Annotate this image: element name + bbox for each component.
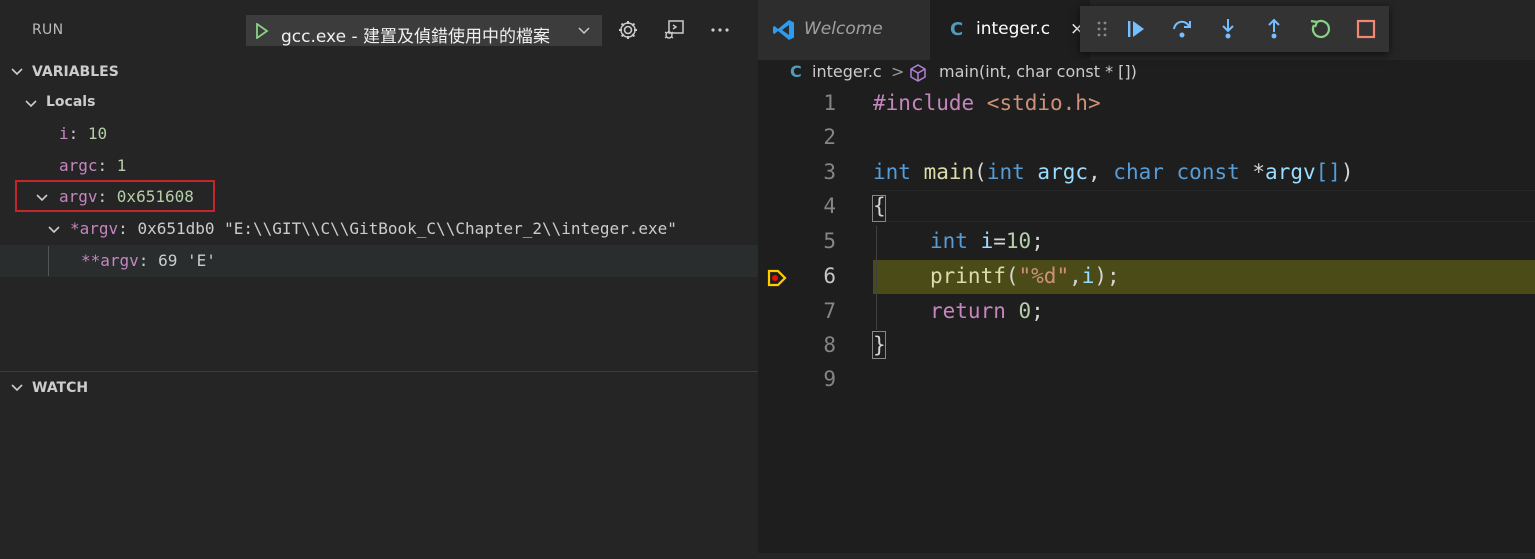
debug-console-icon[interactable]	[662, 18, 686, 42]
tree-indent-guide	[48, 246, 49, 276]
tab-label: Welcome	[804, 19, 883, 39]
code-text: int i=10;	[930, 229, 1044, 253]
variable-separator: :	[97, 156, 117, 175]
run-view-title: RUN	[32, 22, 64, 38]
code-editor: Welcome C integer.c × C integer.c > main…	[758, 0, 1535, 559]
debug-sidebar: RUN gcc.exe - 建置及偵錯使用中的檔案 VARIABLES Loca…	[0, 0, 758, 559]
variables-section-title: VARIABLES	[32, 64, 119, 80]
code-text: }	[873, 333, 886, 357]
code-text: return 0;	[930, 299, 1044, 323]
locals-scope[interactable]: Locals	[0, 92, 758, 116]
code-line[interactable]: 8 }	[758, 329, 1535, 363]
locals-label: Locals	[46, 94, 96, 110]
line-number: 3	[823, 160, 836, 184]
chevron-down-icon	[11, 384, 23, 392]
gear-icon[interactable]	[616, 18, 640, 42]
method-symbol-icon	[910, 64, 926, 82]
code-line[interactable]: 2	[758, 121, 1535, 155]
vscode-logo-icon	[773, 20, 794, 40]
line-number: 5	[823, 229, 836, 253]
debug-toolbar	[1080, 6, 1389, 52]
breadcrumb-file[interactable]: integer.c	[812, 62, 882, 81]
watch-section-title: WATCH	[32, 380, 89, 396]
stop-icon[interactable]	[1354, 17, 1378, 41]
breadcrumb-symbol[interactable]: main(int, char const * [])	[939, 62, 1137, 81]
line-number: 9	[823, 367, 836, 391]
start-debugging-icon[interactable]	[255, 23, 269, 39]
restart-icon[interactable]	[1308, 17, 1332, 41]
step-into-icon[interactable]	[1216, 17, 1240, 41]
section-divider	[0, 371, 758, 372]
line-number: 7	[823, 299, 836, 323]
variable-name: i	[59, 124, 69, 143]
code-text: printf("%d",i);	[930, 264, 1120, 288]
variable-row-deref-argv[interactable]: *argv: 0x651db0 "E:\\GIT\\C\\GitBook_C\\…	[0, 213, 758, 245]
annotation-highlight-box	[15, 180, 215, 212]
code-line-current[interactable]: 6 printf("%d",i);	[758, 260, 1535, 294]
variable-name: *argv	[70, 219, 119, 238]
c-file-icon: C	[950, 19, 964, 40]
variable-row-argc[interactable]: argc: 1	[0, 150, 758, 182]
line-number: 8	[823, 333, 836, 357]
line-number: 2	[823, 125, 836, 149]
line-number: 6	[823, 264, 836, 288]
breadcrumb-separator: >	[891, 62, 905, 81]
c-file-icon: C	[790, 62, 802, 81]
line-number: 1	[823, 91, 836, 115]
code-line[interactable]: 3 int main(int argc, char const *argv[])	[758, 156, 1535, 190]
variables-section-header[interactable]: VARIABLES	[0, 61, 758, 85]
editor-tab-bar: Welcome C integer.c ×	[758, 0, 1535, 60]
tab-welcome[interactable]: Welcome	[758, 0, 930, 60]
continue-icon[interactable]	[1124, 17, 1148, 41]
variable-value: 69 'E'	[158, 251, 216, 270]
run-header: RUN gcc.exe - 建置及偵錯使用中的檔案	[0, 0, 758, 60]
code-text: {	[873, 194, 886, 218]
chevron-down-icon	[578, 27, 590, 35]
code-line[interactable]: 9	[758, 363, 1535, 397]
variable-value: 0x651db0 "E:\\GIT\\C\\GitBook_C\\Chapter…	[137, 219, 677, 238]
code-line[interactable]: 7 return 0;	[758, 295, 1535, 329]
code-text: #include <stdio.h>	[873, 91, 1101, 115]
step-out-icon[interactable]	[1262, 17, 1286, 41]
line-number: 4	[823, 194, 836, 218]
code-line[interactable]: 5 int i=10;	[758, 225, 1535, 259]
drag-handle-icon[interactable]	[1090, 17, 1114, 41]
code-line[interactable]: 4 {	[758, 190, 1535, 224]
tab-integer-c[interactable]: C integer.c ×	[930, 0, 1090, 60]
debug-configuration-select[interactable]: gcc.exe - 建置及偵錯使用中的檔案	[246, 15, 602, 47]
variable-value: 10	[87, 124, 108, 143]
tab-label: integer.c	[976, 19, 1051, 39]
step-over-icon[interactable]	[1170, 17, 1194, 41]
chevron-down-icon	[11, 68, 23, 76]
more-actions-icon[interactable]	[708, 18, 732, 42]
variable-separator: :	[68, 124, 88, 143]
variable-row-double-deref-argv[interactable]: **argv: 69 'E'	[0, 245, 758, 277]
horizontal-scrollbar[interactable]	[758, 553, 1535, 559]
variable-name: **argv	[81, 251, 139, 270]
debug-configuration-label: gcc.exe - 建置及偵錯使用中的檔案	[281, 27, 550, 47]
variable-value: 1	[116, 156, 127, 175]
variable-row-i[interactable]: i: 10	[0, 118, 758, 150]
variable-name: argc	[59, 156, 98, 175]
chevron-down-icon[interactable]	[47, 224, 61, 236]
code-text: int main(int argc, char const *argv[])	[873, 160, 1354, 184]
variable-separator: :	[138, 251, 159, 270]
code-line[interactable]: 1 #include <stdio.h>	[758, 87, 1535, 121]
variable-separator: :	[118, 219, 138, 238]
chevron-down-icon	[25, 100, 37, 108]
watch-section-header[interactable]: WATCH	[0, 377, 758, 401]
